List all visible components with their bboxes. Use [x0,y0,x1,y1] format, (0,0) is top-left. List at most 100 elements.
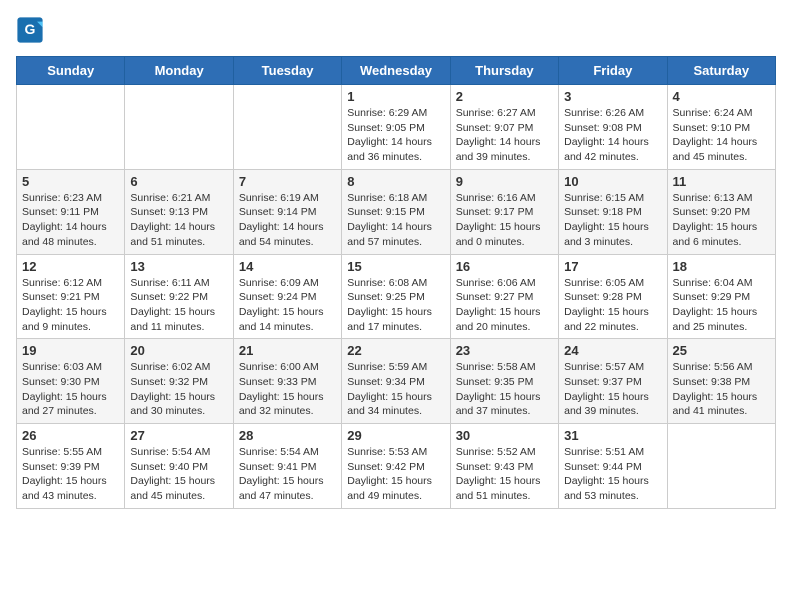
day-cell-11: 11 Sunrise: 6:13 AM Sunset: 9:20 PM Dayli… [667,169,775,254]
logo-icon: G [16,16,44,44]
day-info: Sunrise: 6:05 AM Sunset: 9:28 PM Dayligh… [564,276,661,335]
day-info: Sunrise: 5:58 AM Sunset: 9:35 PM Dayligh… [456,360,553,419]
day-number: 21 [239,343,336,358]
day-cell-1: 1 Sunrise: 6:29 AM Sunset: 9:05 PM Daylig… [342,85,450,170]
day-cell-28: 28 Sunrise: 5:54 AM Sunset: 9:41 PM Dayli… [233,424,341,509]
day-info: Sunrise: 6:00 AM Sunset: 9:33 PM Dayligh… [239,360,336,419]
day-number: 1 [347,89,444,104]
day-info: Sunrise: 5:57 AM Sunset: 9:37 PM Dayligh… [564,360,661,419]
day-cell-29: 29 Sunrise: 5:53 AM Sunset: 9:42 PM Dayli… [342,424,450,509]
weekday-header-sunday: Sunday [17,57,125,85]
day-cell-7: 7Sunrise: 6:19 AM Sunset: 9:14 PM Daylig… [233,169,341,254]
day-info: Sunrise: 6:19 AM Sunset: 9:14 PM Dayligh… [239,191,336,250]
week-row-5: 26 Sunrise: 5:55 AM Sunset: 9:39 PM Dayli… [17,424,776,509]
day-cell-6: 6Sunrise: 6:21 AM Sunset: 9:13 PM Daylig… [125,169,233,254]
day-number: 2 [456,89,553,104]
page-header: G [16,16,776,44]
day-number: 17 [564,259,661,274]
day-number: 20 [130,343,227,358]
day-cell-4: 4Sunrise: 6:24 AM Sunset: 9:10 PM Daylig… [667,85,775,170]
day-info: Sunrise: 5:59 AM Sunset: 9:34 PM Dayligh… [347,360,444,419]
day-info: Sunrise: 6:04 AM Sunset: 9:29 PM Dayligh… [673,276,770,335]
day-info: Sunrise: 6:15 AM Sunset: 9:18 PM Dayligh… [564,191,661,250]
week-row-1: 1 Sunrise: 6:29 AM Sunset: 9:05 PM Daylig… [17,85,776,170]
day-info: Sunrise: 6:03 AM Sunset: 9:30 PM Dayligh… [22,360,119,419]
day-cell-24: 24 Sunrise: 5:57 AM Sunset: 9:37 PM Dayli… [559,339,667,424]
empty-cell [667,424,775,509]
day-cell-10: 10 Sunrise: 6:15 AM Sunset: 9:18 PM Dayli… [559,169,667,254]
day-number: 3 [564,89,661,104]
week-row-3: 12Sunrise: 6:12 AM Sunset: 9:21 PM Dayli… [17,254,776,339]
day-info: Sunrise: 6:24 AM Sunset: 9:10 PM Dayligh… [673,106,770,165]
day-number: 18 [673,259,770,274]
day-info: Sunrise: 6:23 AM Sunset: 9:11 PM Dayligh… [22,191,119,250]
weekday-header-wednesday: Wednesday [342,57,450,85]
empty-cell [125,85,233,170]
day-cell-12: 12Sunrise: 6:12 AM Sunset: 9:21 PM Dayli… [17,254,125,339]
calendar-table: SundayMondayTuesdayWednesdayThursdayFrid… [16,56,776,509]
day-info: Sunrise: 6:09 AM Sunset: 9:24 PM Dayligh… [239,276,336,335]
day-info: Sunrise: 5:56 AM Sunset: 9:38 PM Dayligh… [673,360,770,419]
day-cell-31: 31Sunrise: 5:51 AM Sunset: 9:44 PM Dayli… [559,424,667,509]
day-number: 11 [673,174,770,189]
day-cell-21: 21 Sunrise: 6:00 AM Sunset: 9:33 PM Dayli… [233,339,341,424]
day-cell-30: 30Sunrise: 5:52 AM Sunset: 9:43 PM Dayli… [450,424,558,509]
day-cell-2: 2 Sunrise: 6:27 AM Sunset: 9:07 PM Daylig… [450,85,558,170]
day-info: Sunrise: 5:55 AM Sunset: 9:39 PM Dayligh… [22,445,119,504]
weekday-header-thursday: Thursday [450,57,558,85]
weekday-header-row: SundayMondayTuesdayWednesdayThursdayFrid… [17,57,776,85]
day-info: Sunrise: 6:06 AM Sunset: 9:27 PM Dayligh… [456,276,553,335]
week-row-4: 19 Sunrise: 6:03 AM Sunset: 9:30 PM Dayli… [17,339,776,424]
day-cell-14: 14 Sunrise: 6:09 AM Sunset: 9:24 PM Dayli… [233,254,341,339]
empty-cell [17,85,125,170]
day-number: 8 [347,174,444,189]
day-number: 23 [456,343,553,358]
day-number: 15 [347,259,444,274]
day-info: Sunrise: 6:12 AM Sunset: 9:21 PM Dayligh… [22,276,119,335]
day-info: Sunrise: 6:29 AM Sunset: 9:05 PM Dayligh… [347,106,444,165]
day-number: 22 [347,343,444,358]
weekday-header-tuesday: Tuesday [233,57,341,85]
day-number: 28 [239,428,336,443]
day-number: 5 [22,174,119,189]
day-info: Sunrise: 5:51 AM Sunset: 9:44 PM Dayligh… [564,445,661,504]
day-cell-17: 17 Sunrise: 6:05 AM Sunset: 9:28 PM Dayli… [559,254,667,339]
day-number: 26 [22,428,119,443]
day-number: 29 [347,428,444,443]
weekday-header-monday: Monday [125,57,233,85]
day-info: Sunrise: 5:53 AM Sunset: 9:42 PM Dayligh… [347,445,444,504]
day-cell-20: 20 Sunrise: 6:02 AM Sunset: 9:32 PM Dayli… [125,339,233,424]
day-cell-16: 16 Sunrise: 6:06 AM Sunset: 9:27 PM Dayli… [450,254,558,339]
day-cell-23: 23 Sunrise: 5:58 AM Sunset: 9:35 PM Dayli… [450,339,558,424]
weekday-header-friday: Friday [559,57,667,85]
day-cell-26: 26 Sunrise: 5:55 AM Sunset: 9:39 PM Dayli… [17,424,125,509]
day-cell-3: 3 Sunrise: 6:26 AM Sunset: 9:08 PM Daylig… [559,85,667,170]
day-number: 25 [673,343,770,358]
day-number: 16 [456,259,553,274]
weekday-header-saturday: Saturday [667,57,775,85]
day-cell-27: 27Sunrise: 5:54 AM Sunset: 9:40 PM Dayli… [125,424,233,509]
day-number: 19 [22,343,119,358]
day-number: 10 [564,174,661,189]
empty-cell [233,85,341,170]
svg-text:G: G [25,21,36,37]
day-cell-19: 19 Sunrise: 6:03 AM Sunset: 9:30 PM Dayli… [17,339,125,424]
day-info: Sunrise: 6:08 AM Sunset: 9:25 PM Dayligh… [347,276,444,335]
day-number: 14 [239,259,336,274]
day-info: Sunrise: 5:54 AM Sunset: 9:40 PM Dayligh… [130,445,227,504]
day-cell-25: 25 Sunrise: 5:56 AM Sunset: 9:38 PM Dayli… [667,339,775,424]
day-info: Sunrise: 6:02 AM Sunset: 9:32 PM Dayligh… [130,360,227,419]
day-number: 24 [564,343,661,358]
day-cell-8: 8Sunrise: 6:18 AM Sunset: 9:15 PM Daylig… [342,169,450,254]
day-cell-18: 18 Sunrise: 6:04 AM Sunset: 9:29 PM Dayli… [667,254,775,339]
day-info: Sunrise: 5:54 AM Sunset: 9:41 PM Dayligh… [239,445,336,504]
day-info: Sunrise: 6:13 AM Sunset: 9:20 PM Dayligh… [673,191,770,250]
day-info: Sunrise: 6:27 AM Sunset: 9:07 PM Dayligh… [456,106,553,165]
day-info: Sunrise: 6:16 AM Sunset: 9:17 PM Dayligh… [456,191,553,250]
day-cell-15: 15 Sunrise: 6:08 AM Sunset: 9:25 PM Dayli… [342,254,450,339]
day-info: Sunrise: 6:26 AM Sunset: 9:08 PM Dayligh… [564,106,661,165]
day-cell-5: 5 Sunrise: 6:23 AM Sunset: 9:11 PM Daylig… [17,169,125,254]
day-info: Sunrise: 6:11 AM Sunset: 9:22 PM Dayligh… [130,276,227,335]
day-cell-22: 22 Sunrise: 5:59 AM Sunset: 9:34 PM Dayli… [342,339,450,424]
day-number: 9 [456,174,553,189]
